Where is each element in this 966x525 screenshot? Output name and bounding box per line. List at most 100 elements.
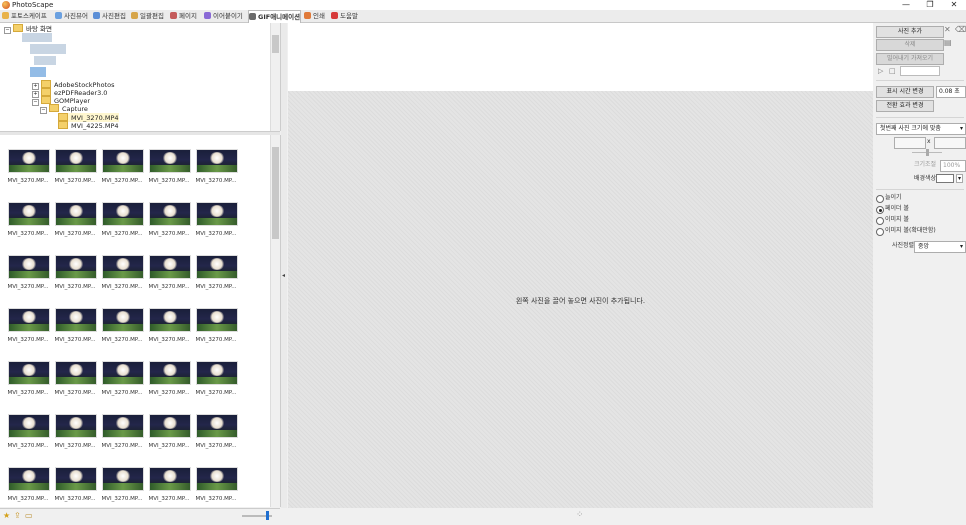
save-list-icon[interactable]: ▤ xyxy=(944,39,952,47)
reorder-button[interactable]: 밀어내기 가져오기 xyxy=(876,53,944,65)
align-select[interactable]: 중앙 ▾ xyxy=(914,241,966,253)
close-button[interactable]: ✕ xyxy=(942,0,966,10)
thumbnail-item[interactable]: MVI_3270.MP... xyxy=(100,453,144,503)
video-frame-thumbnail xyxy=(55,149,97,173)
minimize-button[interactable]: — xyxy=(894,0,918,10)
collapse-arrow-icon[interactable]: ◂ xyxy=(282,272,285,279)
play-icon[interactable]: ▷ xyxy=(878,67,883,75)
thumbnail-item[interactable]: MVI_3270.MP... xyxy=(147,294,191,344)
tab-combine[interactable]: 이어붙이기 xyxy=(204,11,243,21)
collapse-icon[interactable]: − xyxy=(32,99,39,106)
thumbnail-item[interactable]: MVI_3270.MP... xyxy=(100,347,144,397)
drop-hint-message: 왼쪽 사진을 끌어 놓으면 사진이 추가됩니다. xyxy=(515,297,646,305)
scrollbar-thumb[interactable] xyxy=(272,35,279,53)
tree-scrollbar[interactable] xyxy=(270,23,280,131)
change-transition-button[interactable]: 전환 효과 변경 xyxy=(876,100,934,112)
radio-fade[interactable] xyxy=(876,206,884,214)
thumbnail-label: MVI_3270.MP... xyxy=(148,496,190,502)
thumbnail-item[interactable]: MVI_3270.MP... xyxy=(147,241,191,291)
option-image-fit-label: 이미지 볼 xyxy=(885,216,909,223)
height-field[interactable] xyxy=(934,137,966,149)
tab-label: 일괄편집 xyxy=(140,12,164,20)
thumbnail-item[interactable]: MVI_3270.MP... xyxy=(6,400,50,450)
width-field[interactable] xyxy=(894,137,926,149)
frame-strip xyxy=(288,23,873,92)
bg-color-swatch[interactable] xyxy=(936,174,954,183)
thumbnail-label: MVI_3270.MP... xyxy=(54,178,96,184)
radio-image-fit[interactable] xyxy=(876,217,884,225)
stop-icon[interactable]: □ xyxy=(889,67,896,75)
delete-all-icon[interactable]: ✕ xyxy=(944,26,951,34)
scrollbar-thumb[interactable] xyxy=(272,147,279,239)
thumbnail-item[interactable]: MVI_3270.MP... xyxy=(53,347,97,397)
tab-page[interactable]: 페이지 xyxy=(170,11,197,21)
panel-divider[interactable]: ◂ xyxy=(281,23,287,508)
thumbnail-item[interactable]: MVI_3270.MP... xyxy=(6,241,50,291)
video-frame-thumbnail xyxy=(149,149,191,173)
thumbnail-item[interactable]: MVI_3270.MP... xyxy=(147,400,191,450)
thumbnail-item[interactable]: MVI_3270.MP... xyxy=(147,135,191,185)
color-picker-arrow-icon[interactable]: ▾ xyxy=(956,174,964,183)
tab-print[interactable]: 인쇄 xyxy=(304,11,325,21)
thumbnail-item[interactable]: MVI_3270.MP... xyxy=(6,135,50,185)
tab-animated-gif[interactable]: GIF애니메이션 xyxy=(248,10,302,23)
add-photo-button[interactable]: 사진 추가 xyxy=(876,26,944,38)
thumbnail-item[interactable]: MVI_3270.MP... xyxy=(147,188,191,238)
thumbnail-item[interactable]: MVI_3270.MP... xyxy=(53,241,97,291)
slider-knob[interactable] xyxy=(926,149,929,156)
tree-node-mvi-4225[interactable]: MVI_4225.MP4 xyxy=(58,121,119,130)
thumbnail-item[interactable]: MVI_3270.MP... xyxy=(100,188,144,238)
tab-batch-editor[interactable]: 일괄편집 xyxy=(131,11,164,21)
thumbnail-item[interactable]: MVI_3270.MP... xyxy=(53,188,97,238)
video-frame-thumbnail xyxy=(149,414,191,438)
folder-up-icon[interactable]: ⇪ xyxy=(14,512,22,520)
thumbnail-item[interactable]: MVI_3270.MP... xyxy=(53,135,97,185)
thumbnail-item[interactable]: MVI_3270.MP... xyxy=(194,294,238,344)
slider-knob[interactable] xyxy=(266,511,269,520)
thumbnail-item[interactable]: MVI_3270.MP... xyxy=(53,453,97,503)
tab-editor[interactable]: 사진편집 xyxy=(93,11,126,21)
tab-photoscape[interactable]: 포토스케이프 xyxy=(2,11,47,21)
change-display-time-button[interactable]: 표시 시간 변경 xyxy=(876,86,934,98)
thumbnail-item[interactable]: MVI_3270.MP... xyxy=(53,400,97,450)
collapse-icon[interactable]: − xyxy=(4,27,11,34)
thumbnail-item[interactable]: MVI_3270.MP... xyxy=(6,188,50,238)
tab-viewer[interactable]: 사진뷰어 xyxy=(55,11,88,21)
thumbnail-item[interactable]: MVI_3270.MP... xyxy=(194,453,238,503)
thumbnail-item[interactable]: MVI_3270.MP... xyxy=(147,453,191,503)
gif-settings-panel: 사진 추가 ✕ ⌫ 삭제 ▤ 밀어내기 가져오기 ▷ □ 표시 시간 변경 0.… xyxy=(874,23,966,524)
thumbnail-item[interactable]: MVI_3270.MP... xyxy=(194,400,238,450)
delete-button[interactable]: 삭제 xyxy=(876,39,944,51)
thumbnail-item[interactable]: MVI_3270.MP... xyxy=(147,347,191,397)
display-time-field[interactable]: 0.08 초 xyxy=(936,86,966,98)
folder-tree[interactable]: − 바탕 화면 + AdobeStockPhotos + ezPDFReader3.0… xyxy=(0,23,281,131)
size-adjust-field[interactable]: 100% xyxy=(940,160,966,172)
gif-canvas[interactable]: 왼쪽 사진을 끌어 놓으면 사진이 추가됩니다. xyxy=(288,91,873,508)
collapse-icon[interactable]: − xyxy=(40,107,47,114)
restore-button[interactable]: ❐ xyxy=(918,0,942,10)
tab-help[interactable]: 도움말 xyxy=(331,11,358,21)
radio-image-fit-zoom[interactable] xyxy=(876,228,884,236)
resize-grip-icon[interactable]: ⁘ xyxy=(576,510,584,520)
tab-label: 사진편집 xyxy=(102,12,126,20)
thumbnail-item[interactable]: MVI_3270.MP... xyxy=(194,188,238,238)
folder-icon xyxy=(41,80,51,88)
thumbnail-grid[interactable]: MVI_3270.MP... MVI_3270.MP... MVI_3270.MP.… xyxy=(0,135,281,507)
thumbnail-item[interactable]: MVI_3270.MP... xyxy=(100,135,144,185)
open-folder-icon[interactable]: ▭ xyxy=(25,512,33,520)
thumbnail-item[interactable]: MVI_3270.MP... xyxy=(194,135,238,185)
thumbnail-item[interactable]: MVI_3270.MP... xyxy=(6,453,50,503)
thumbnail-item[interactable]: MVI_3270.MP... xyxy=(100,400,144,450)
thumbnail-item[interactable]: MVI_3270.MP... xyxy=(53,294,97,344)
radio-stretch[interactable] xyxy=(876,195,884,203)
thumbnail-item[interactable]: MVI_3270.MP... xyxy=(6,294,50,344)
thumbnail-item[interactable]: MVI_3270.MP... xyxy=(6,347,50,397)
thumbnail-item[interactable]: MVI_3270.MP... xyxy=(194,241,238,291)
thumbnail-item[interactable]: MVI_3270.MP... xyxy=(100,294,144,344)
favorite-star-icon[interactable]: ★ xyxy=(3,512,11,520)
canvas-size-select[interactable]: 첫번째 사진 크기에 맞춤 ▾ xyxy=(876,123,966,135)
thumbnail-item[interactable]: MVI_3270.MP... xyxy=(194,347,238,397)
thumbnail-item[interactable]: MVI_3270.MP... xyxy=(100,241,144,291)
thumbnail-scrollbar[interactable] xyxy=(270,135,280,507)
clear-icon[interactable]: ⌫ xyxy=(955,26,966,34)
